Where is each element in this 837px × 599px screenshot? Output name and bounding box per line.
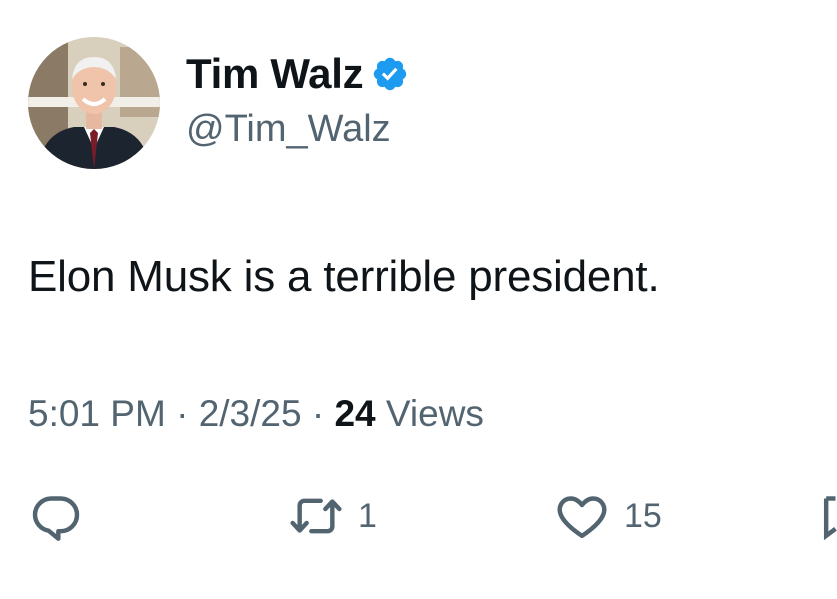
heart-icon — [554, 488, 610, 544]
views-count: 24 — [334, 393, 376, 434]
bookmark-icon — [820, 488, 837, 544]
tweet-text: Elon Musk is a terrible president. — [28, 252, 660, 301]
meta-separator: · — [176, 393, 189, 434]
retweet-count: 1 — [358, 496, 377, 535]
retweet-button[interactable]: 1 — [288, 488, 377, 544]
profile-photo — [28, 37, 160, 169]
like-count: 15 — [624, 496, 662, 535]
meta-separator: · — [311, 393, 325, 434]
bookmark-button[interactable] — [820, 488, 837, 544]
tweet-meta: 5:01 PM · 2/3/25 · 24 Views — [28, 393, 484, 435]
tweet-time[interactable]: 5:01 PM — [28, 393, 166, 434]
reply-button[interactable] — [28, 488, 84, 544]
tweet-date[interactable]: 2/3/25 — [199, 393, 302, 434]
avatar[interactable] — [28, 37, 160, 169]
retweet-icon — [288, 488, 344, 544]
author-display-name[interactable]: Tim Walz — [186, 50, 364, 98]
views-label: Views — [385, 393, 484, 434]
reply-icon — [28, 488, 84, 544]
author-name-row: Tim Walz — [186, 50, 409, 98]
verified-badge-icon[interactable] — [371, 55, 409, 93]
author-handle[interactable]: @Tim_Walz — [186, 108, 391, 151]
action-bar: 1 15 — [0, 488, 837, 548]
like-button[interactable]: 15 — [554, 488, 662, 544]
